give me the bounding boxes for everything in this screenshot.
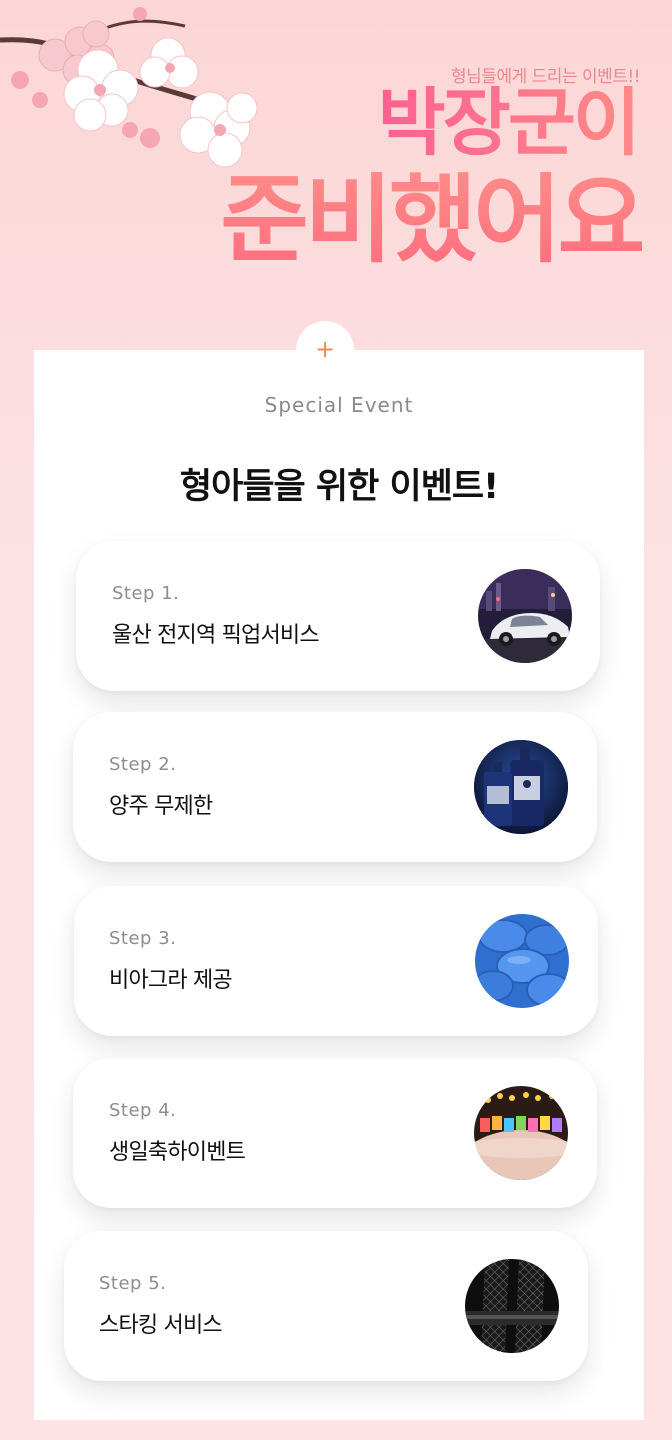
step-number: Step 3. bbox=[109, 928, 177, 949]
plus-icon: + bbox=[314, 335, 336, 363]
step-description: 울산 전지역 픽업서비스 bbox=[112, 623, 320, 648]
section-title: 형아들을 위한 이벤트! bbox=[179, 467, 499, 507]
step-description: 비아그라 제공 bbox=[109, 968, 233, 993]
step-number: Step 1. bbox=[112, 583, 180, 604]
step-card-4[interactable]: Step 4. 생일축하이벤트 bbox=[73, 1058, 597, 1208]
plus-tab: + bbox=[296, 321, 354, 379]
stocking-photo-icon bbox=[465, 1259, 559, 1353]
birthday-cake-photo-icon bbox=[474, 1086, 568, 1180]
step-card-2[interactable]: Step 2. 양주 무제한 bbox=[73, 712, 597, 862]
car-photo-icon bbox=[478, 569, 572, 663]
liquor-bottle-photo-icon bbox=[474, 740, 568, 834]
headline-line-2: 준비했어요 bbox=[220, 164, 646, 276]
cherry-blossom-decoration bbox=[0, 7, 258, 168]
step-number: Step 2. bbox=[109, 754, 177, 775]
step-description: 스타킹 서비스 bbox=[99, 1313, 223, 1338]
step-card-5[interactable]: Step 5. 스타킹 서비스 bbox=[64, 1231, 588, 1381]
step-description: 생일축하이벤트 bbox=[109, 1140, 246, 1165]
section-label: Special Event bbox=[264, 393, 414, 417]
step-description: 양주 무제한 bbox=[109, 794, 213, 819]
step-card-3[interactable]: Step 3. 비아그라 제공 bbox=[74, 886, 598, 1036]
blue-pill-photo-icon bbox=[475, 914, 569, 1008]
step-card-1[interactable]: Step 1. 울산 전지역 픽업서비스 bbox=[76, 541, 600, 691]
headline-line-1: 박장군이 bbox=[377, 80, 641, 166]
step-number: Step 5. bbox=[99, 1273, 167, 1294]
step-number: Step 4. bbox=[109, 1100, 177, 1121]
